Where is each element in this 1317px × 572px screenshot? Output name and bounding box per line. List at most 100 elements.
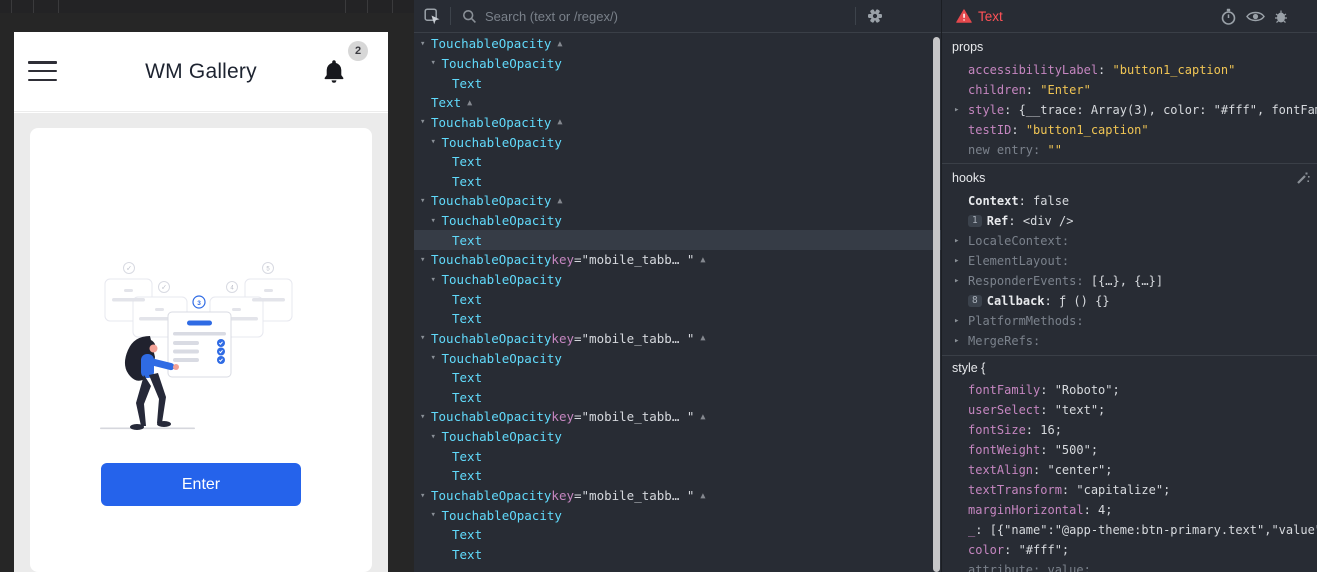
tree-row[interactable]: ▾TouchableOpacity: [414, 211, 941, 231]
expand-arrow-icon[interactable]: ▾: [420, 491, 431, 501]
onboarding-illustration: ✓ ✓ 3 4 5: [95, 258, 305, 436]
expand-arrow-icon[interactable]: ▾: [431, 58, 442, 68]
tree-row[interactable]: ▾TouchableOpacity key="mobile_tabb… "▲: [414, 329, 941, 349]
tree-row[interactable]: ▾TouchableOpacity: [414, 427, 941, 447]
hamburger-menu-icon[interactable]: [28, 61, 57, 81]
inspector-row[interactable]: children: "Enter": [942, 80, 1317, 100]
expand-arrow-icon[interactable]: ▾: [431, 216, 442, 226]
inspector-row[interactable]: attribute: value;: [942, 560, 1317, 572]
inspector-row[interactable]: ▸MergeRefs:: [942, 331, 1317, 351]
tree-row[interactable]: ▾TouchableOpacity key="mobile_tabb… "▲: [414, 250, 941, 270]
tree-row[interactable]: Text: [414, 446, 941, 466]
inspector-row[interactable]: ▸style: {__trace: Array(3), color: "#fff…: [942, 100, 1317, 120]
row-key: ResponderEvents: [968, 274, 1076, 288]
colon: :: [1045, 294, 1059, 308]
expand-arrow-icon[interactable]: ▾: [431, 353, 442, 363]
tree-row[interactable]: Text: [414, 545, 941, 565]
tree-row[interactable]: Text: [414, 466, 941, 486]
tree-row[interactable]: Text: [414, 388, 941, 408]
tree-scrollbar-thumb[interactable]: [933, 37, 940, 572]
inspector-row[interactable]: Context: false: [942, 191, 1317, 211]
search-input[interactable]: [485, 9, 855, 24]
tree-row[interactable]: Text: [414, 171, 941, 191]
row-key: fontFamily: [968, 383, 1040, 397]
tree-row[interactable]: Text: [414, 309, 941, 329]
inspector-row[interactable]: testID: "button1_caption": [942, 120, 1317, 140]
inspector-row[interactable]: 8Callback: ƒ () {}: [942, 291, 1317, 311]
inspector-row[interactable]: 1Ref: <div />: [942, 211, 1317, 231]
expand-arrow-icon[interactable]: ▸: [954, 316, 968, 326]
parse-hook-names-wand-icon[interactable]: [1296, 171, 1310, 185]
colon: :: [1040, 443, 1054, 457]
expand-arrow-icon[interactable]: ▾: [420, 333, 431, 343]
inspector-row[interactable]: textTransform: "capitalize";: [942, 480, 1317, 500]
tree-row[interactable]: ▾TouchableOpacity: [414, 54, 941, 74]
expand-arrow-icon[interactable]: ▸: [954, 236, 968, 246]
expand-arrow-icon[interactable]: ▾: [431, 137, 442, 147]
bug-icon[interactable]: [1274, 9, 1288, 24]
key-attr-value: ="mobile_tabb… ": [574, 409, 694, 424]
expand-arrow-icon[interactable]: ▾: [420, 255, 431, 265]
inspector-row[interactable]: ▸PlatformMethods:: [942, 311, 1317, 331]
row-key: color: [968, 543, 1004, 557]
inspector-row[interactable]: _: [{"name":"@app-theme:btn-primary.text…: [942, 520, 1317, 540]
inspect-element-icon[interactable]: [424, 8, 441, 25]
inspector-row[interactable]: color: "#fff";: [942, 540, 1317, 560]
inspector-row[interactable]: fontSize: 16;: [942, 420, 1317, 440]
tree-row[interactable]: Text: [414, 73, 941, 93]
component-name: TouchableOpacity: [442, 351, 562, 366]
inspector-row[interactable]: marginHorizontal: 4;: [942, 500, 1317, 520]
warning-icon: ▲: [557, 196, 562, 206]
inspector-row[interactable]: new entry: "": [942, 140, 1317, 160]
expand-arrow-icon[interactable]: ▾: [420, 196, 431, 206]
expand-arrow-icon[interactable]: ▾: [431, 275, 442, 285]
inspector-panel: Text p: [941, 0, 1317, 572]
row-value: "#fff";: [1019, 543, 1070, 557]
expand-arrow-icon[interactable]: ▸: [954, 105, 968, 115]
tree-row[interactable]: ▾TouchableOpacity: [414, 270, 941, 290]
colon: :: [1062, 254, 1076, 268]
expand-arrow-icon[interactable]: ▾: [420, 39, 431, 49]
tree-row[interactable]: ▾TouchableOpacity▲: [414, 113, 941, 133]
inspector-row[interactable]: fontFamily: "Roboto";: [942, 380, 1317, 400]
tree-row[interactable]: Text: [414, 368, 941, 388]
expand-arrow-icon[interactable]: ▸: [954, 256, 968, 266]
expand-arrow-icon[interactable]: ▸: [954, 276, 968, 286]
tree-row[interactable]: Text: [414, 289, 941, 309]
tree-row[interactable]: ▾TouchableOpacity▲: [414, 191, 941, 211]
expand-arrow-icon[interactable]: ▾: [420, 117, 431, 127]
tree-row[interactable]: ▾TouchableOpacity: [414, 505, 941, 525]
expand-arrow-icon[interactable]: ▾: [431, 432, 442, 442]
component-name: Text: [452, 547, 482, 562]
stopwatch-icon[interactable]: [1220, 8, 1237, 26]
notification-bell-icon[interactable]: [322, 59, 346, 85]
row-value: false: [1033, 194, 1069, 208]
expand-arrow-icon[interactable]: ▾: [420, 412, 431, 422]
gear-icon[interactable]: [867, 8, 883, 24]
expand-arrow-icon[interactable]: ▸: [954, 336, 968, 346]
tree-toolbar: [414, 0, 941, 33]
tree-row[interactable]: ▾TouchableOpacity: [414, 348, 941, 368]
section-hooks: hooks Context: false1Ref: <div />▸Locale…: [942, 164, 1317, 356]
inspector-row[interactable]: ▸LocaleContext:: [942, 231, 1317, 251]
enter-button[interactable]: Enter: [101, 463, 301, 506]
component-name: TouchableOpacity: [442, 135, 562, 150]
tree-row[interactable]: ▾TouchableOpacity▲: [414, 34, 941, 54]
tree-row[interactable]: ▾TouchableOpacity key="mobile_tabb… "▲: [414, 486, 941, 506]
inspector-row[interactable]: textAlign: "center";: [942, 460, 1317, 480]
expand-arrow-icon[interactable]: ▾: [431, 510, 442, 520]
tree-row[interactable]: ▾TouchableOpacity key="mobile_tabb… "▲: [414, 407, 941, 427]
inspector-row[interactable]: userSelect: "text";: [942, 400, 1317, 420]
inspector-row[interactable]: ▸ResponderEvents: [{…}, {…}]: [942, 271, 1317, 291]
tree-row[interactable]: Text: [414, 152, 941, 172]
tree-row[interactable]: ▾TouchableOpacity: [414, 132, 941, 152]
inspector-row[interactable]: fontWeight: "500";: [942, 440, 1317, 460]
tree-row[interactable]: Text▲: [414, 93, 941, 113]
tree-row[interactable]: Text: [414, 230, 941, 250]
key-attr-value: ="mobile_tabb… ": [574, 331, 694, 346]
inspector-row[interactable]: ▸ElementLayout:: [942, 251, 1317, 271]
eye-icon[interactable]: [1246, 10, 1265, 23]
inspector-row[interactable]: accessibilityLabel: "button1_caption": [942, 60, 1317, 80]
tree-row[interactable]: Text: [414, 525, 941, 545]
app-header: WM Gallery 2: [14, 32, 388, 112]
